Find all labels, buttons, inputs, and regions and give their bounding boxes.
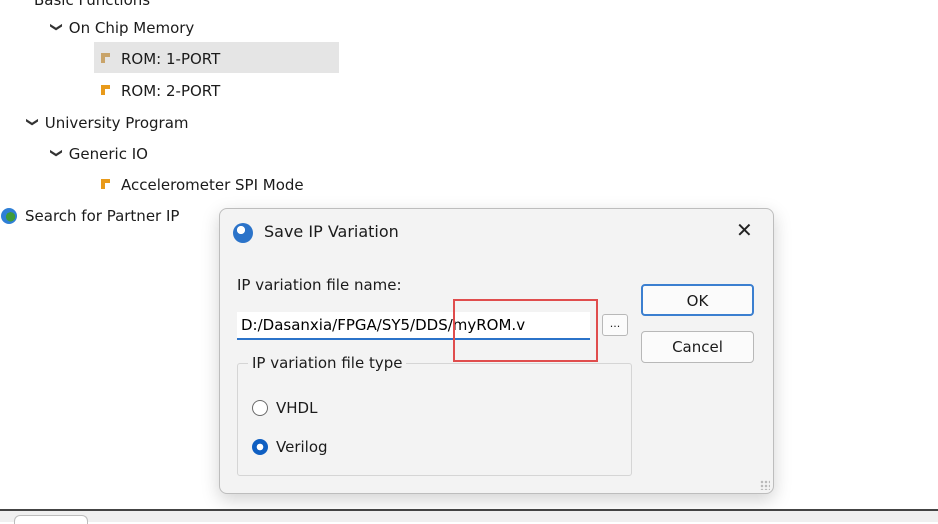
tree-item-label: ROM: 2-PORT [121, 82, 221, 100]
tree-item-rom-1-port[interactable]: ROM: 1-PORT [101, 47, 220, 71]
file-type-group: IP variation file type VHDL Verilog [237, 354, 632, 476]
tree-item-label: Search for Partner IP [25, 207, 180, 225]
tree-item-generic-io[interactable]: ❯ Generic IO [50, 142, 148, 166]
tree-item-label: Generic IO [68, 145, 148, 163]
tree-item-university-program[interactable]: ❯ University Program [26, 111, 189, 135]
tree-item-label: On Chip Memory [68, 19, 195, 37]
tree-item-search-partner-ip[interactable]: Search for Partner IP [1, 204, 179, 228]
bottom-tab[interactable] [14, 515, 88, 524]
tree-item-basic-functions[interactable]: Basic Functions [34, 0, 150, 12]
ip-core-icon [101, 179, 111, 189]
close-icon[interactable]: ✕ [736, 218, 753, 242]
radio-option-vhdl[interactable]: VHDL [252, 397, 317, 419]
tree-item-label: Basic Functions [34, 0, 151, 9]
file-name-label: IP variation file name: [237, 276, 402, 294]
tree-item-accelerometer-spi-mode[interactable]: Accelerometer SPI Mode [101, 173, 304, 197]
file-type-legend: IP variation file type [248, 354, 407, 372]
resize-grip-icon[interactable] [760, 480, 770, 490]
globe-icon [1, 208, 17, 224]
save-ip-variation-dialog: Save IP Variation ✕ IP variation file na… [219, 208, 774, 494]
ip-core-icon [101, 53, 111, 63]
ip-core-icon [101, 85, 111, 95]
tree-item-label: University Program [44, 114, 189, 132]
ok-button[interactable]: OK [641, 284, 754, 316]
radio-label: VHDL [276, 399, 318, 417]
cancel-button[interactable]: Cancel [641, 331, 754, 363]
chevron-down-icon[interactable]: ❯ [45, 148, 69, 162]
radio-label: Verilog [276, 438, 328, 456]
chevron-down-icon[interactable]: ❯ [21, 117, 45, 131]
bottom-panel [0, 511, 938, 522]
tree-item-label: Accelerometer SPI Mode [121, 176, 304, 194]
tree-item-rom-2-port[interactable]: ROM: 2-PORT [101, 79, 220, 103]
chevron-down-icon[interactable]: ❯ [45, 22, 69, 36]
tree-item-on-chip-memory[interactable]: ❯ On Chip Memory [50, 16, 194, 40]
radio-button-unselected[interactable] [252, 400, 268, 416]
dialog-title: Save IP Variation [264, 222, 399, 241]
app-icon [233, 223, 253, 243]
radio-option-verilog[interactable]: Verilog [252, 436, 328, 458]
radio-button-selected[interactable] [252, 439, 268, 455]
tree-item-label: ROM: 1-PORT [121, 50, 221, 68]
browse-button[interactable]: ... [602, 314, 628, 336]
file-name-input[interactable] [237, 312, 590, 340]
